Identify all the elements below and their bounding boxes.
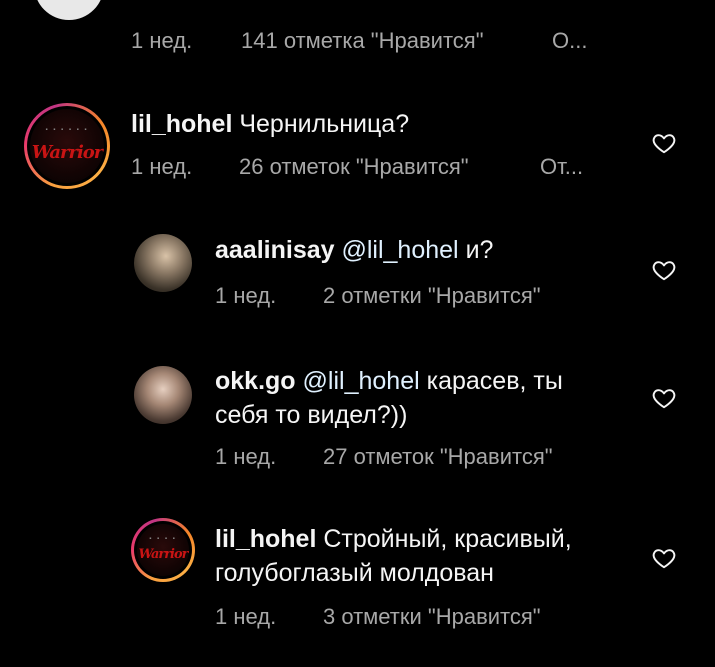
- avatar-image: ▪ ▪ ▪ ▪ Warrior: [137, 524, 189, 576]
- comment-time: 1 нед.: [215, 604, 277, 629]
- likes-count-link[interactable]: 141 отметка "Нравится": [241, 28, 484, 54]
- mention-link[interactable]: @lil_hohel: [341, 236, 458, 264]
- reply-link[interactable]: О...: [552, 28, 587, 54]
- username-link[interactable]: lil_hohel: [131, 110, 232, 138]
- comment-time: 1 нед.: [215, 283, 277, 308]
- avatar[interactable]: ▪ ▪ ▪ ▪ ▪ ▪ Warrior: [24, 103, 110, 189]
- comment-body: lil_hohel Стройный, красивый, голубоглаз…: [215, 522, 572, 590]
- comment-time: 1 нед.: [131, 154, 193, 179]
- comment-text-line: Стройный, красивый,: [323, 525, 572, 553]
- comment-text-line: голубоглазый молдован: [215, 559, 494, 587]
- likes-count-link[interactable]: 2 отметки "Нравится": [323, 283, 541, 309]
- comment-meta: 1 нед. 27 отметок "Нравится": [215, 444, 615, 470]
- comment-text: Чернильница?: [239, 110, 410, 138]
- comment-text: и?: [465, 236, 494, 264]
- avatar[interactable]: [134, 366, 192, 424]
- avatar[interactable]: [134, 234, 192, 292]
- username-link[interactable]: lil_hohel: [215, 525, 316, 553]
- comment-meta: 1 нед. 26 отметок "Нравится" От...: [131, 154, 611, 180]
- heart-outline-icon[interactable]: [651, 545, 677, 571]
- comment-text-line: карасев, ты: [426, 367, 563, 395]
- comment-meta: 1 нед. 3 отметки "Нравится": [215, 604, 615, 630]
- avatar-image: ▪ ▪ ▪ ▪ ▪ ▪ Warrior: [30, 109, 104, 183]
- likes-count-link[interactable]: 26 отметок "Нравится": [239, 154, 469, 180]
- avatar[interactable]: ▪ ▪ ▪ ▪ Warrior: [131, 518, 195, 582]
- comment-meta: 1 нед. 2 отметки "Нравится": [215, 283, 615, 309]
- heart-outline-icon[interactable]: [651, 257, 677, 283]
- avatar[interactable]: [34, 0, 104, 20]
- comment-time: 1 нед.: [131, 28, 193, 53]
- reply-link[interactable]: От...: [540, 154, 583, 180]
- comment-text-line: себя то видел?)): [215, 401, 408, 429]
- likes-count-link[interactable]: 3 отметки "Нравится": [323, 604, 541, 630]
- heart-outline-icon[interactable]: [651, 130, 677, 156]
- comment-body: okk.go @lil_hohel карасев, ты себя то ви…: [215, 364, 563, 432]
- username-link[interactable]: aaalinisay: [215, 236, 335, 264]
- likes-count-link[interactable]: 27 отметок "Нравится": [323, 444, 553, 470]
- mention-link[interactable]: @lil_hohel: [303, 367, 420, 395]
- username-link[interactable]: okk.go: [215, 367, 296, 395]
- comment-body: aaalinisay @lil_hohel и?: [215, 233, 493, 267]
- comment-body: lil_hohel Чернильница?: [131, 107, 409, 141]
- comment-time: 1 нед.: [215, 444, 277, 469]
- heart-outline-icon[interactable]: [651, 385, 677, 411]
- comment-meta: 1 нед. 141 отметка "Нравится" О...: [131, 28, 611, 54]
